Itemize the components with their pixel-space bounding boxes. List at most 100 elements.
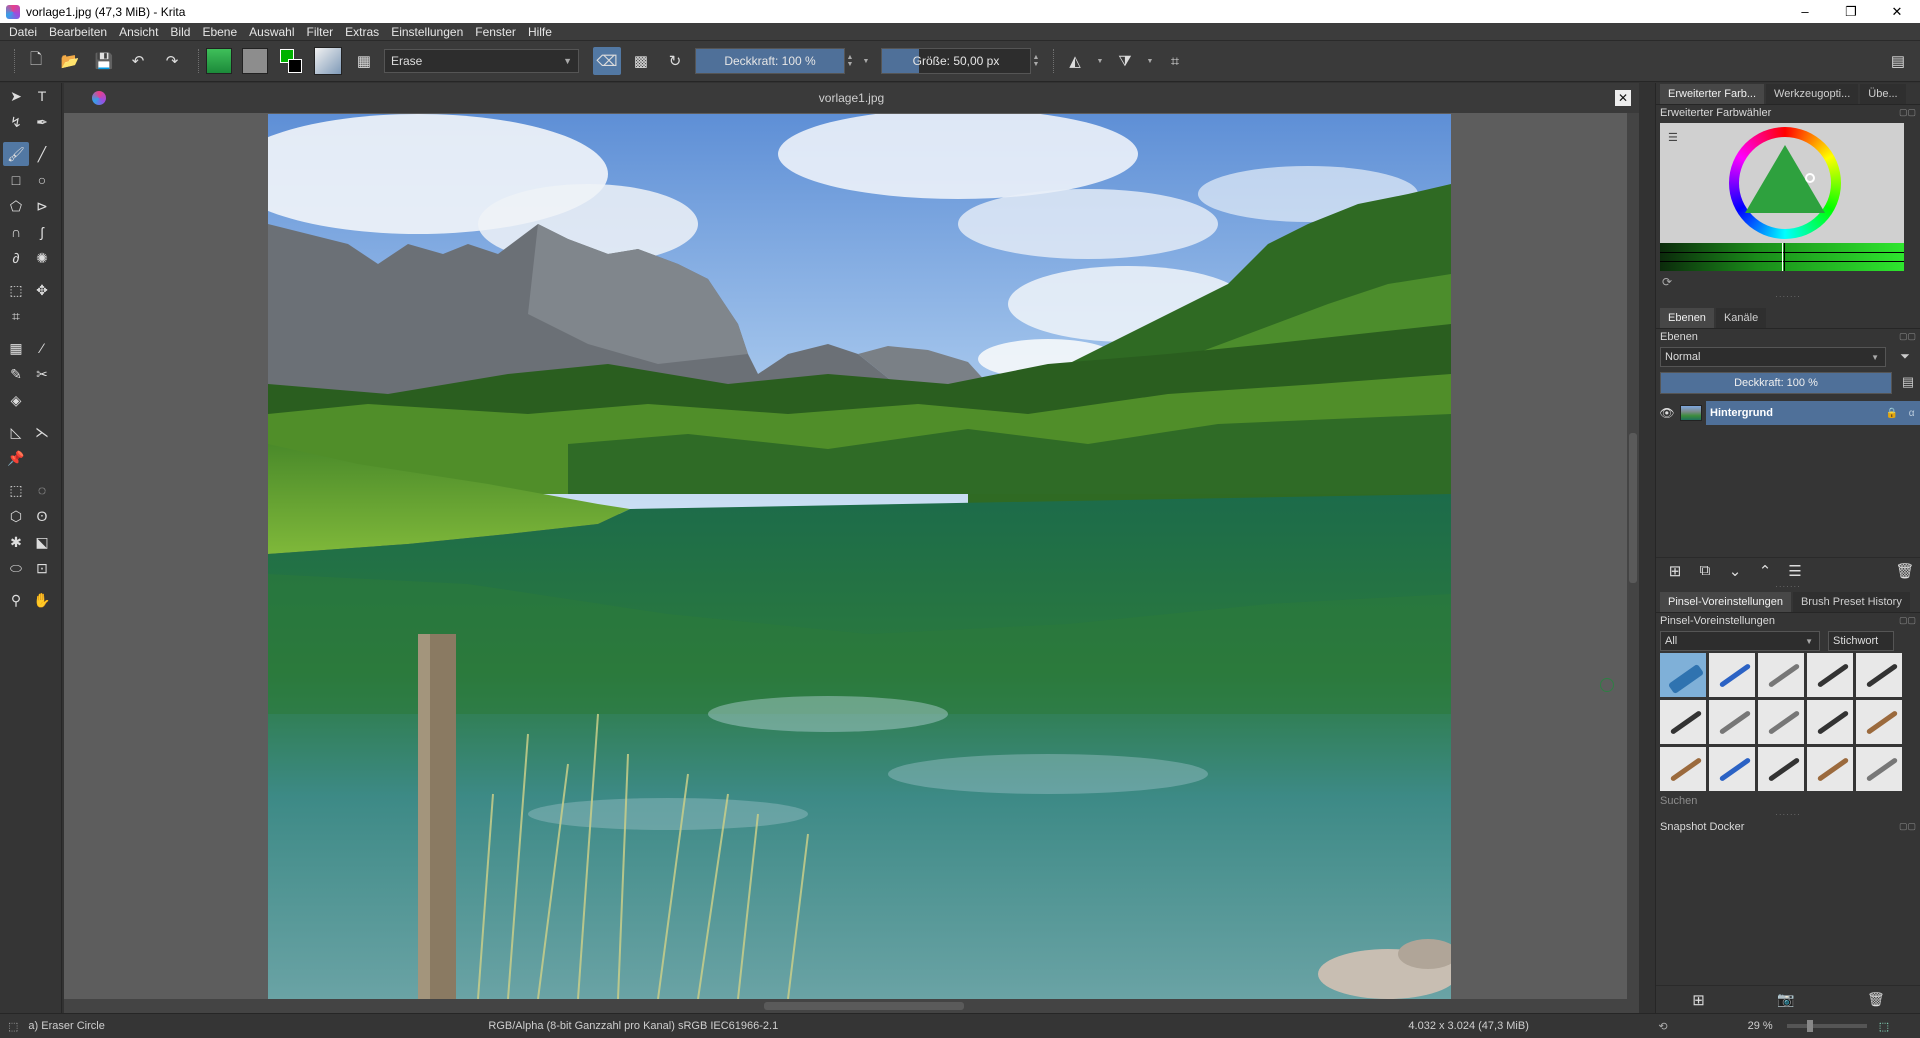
color-shade-bars[interactable] bbox=[1660, 243, 1904, 271]
similar-select-icon[interactable]: ⬕ bbox=[29, 530, 55, 554]
color-picker-marker[interactable] bbox=[1805, 173, 1815, 183]
mirror-horizontal-icon[interactable]: ◭ bbox=[1061, 47, 1089, 75]
horizontal-scroll-thumb[interactable] bbox=[764, 1002, 964, 1010]
preset-brush[interactable] bbox=[1856, 700, 1902, 744]
preset-brush[interactable] bbox=[1758, 747, 1804, 791]
rotate-icon[interactable]: ⟲ bbox=[1658, 1020, 1667, 1033]
preset-brush[interactable] bbox=[1807, 653, 1853, 697]
vertical-scroll-thumb[interactable] bbox=[1629, 433, 1637, 583]
freehand-brush-icon[interactable]: 🖌 bbox=[3, 142, 29, 166]
maximize-button[interactable]: ❐ bbox=[1828, 0, 1874, 23]
toolbar-handle[interactable] bbox=[14, 49, 16, 73]
duplicate-layer-icon[interactable]: ⧉ bbox=[1690, 562, 1720, 579]
delete-snapshot-icon[interactable]: 🗑 bbox=[1867, 991, 1885, 1008]
menu-filter[interactable]: Filter bbox=[302, 25, 341, 39]
freehand-path-icon[interactable]: ʃ bbox=[29, 220, 55, 244]
polyline-tool-icon[interactable]: ⊳ bbox=[29, 194, 55, 218]
menu-fenster[interactable]: Fenster bbox=[470, 25, 523, 39]
multibrush-icon[interactable]: ✺ bbox=[29, 246, 55, 270]
zoom-slider[interactable] bbox=[1786, 1020, 1867, 1032]
menu-hilfe[interactable]: Hilfe bbox=[523, 25, 559, 39]
menu-bearbeiten[interactable]: Bearbeiten bbox=[44, 25, 114, 39]
preset-brush[interactable] bbox=[1856, 747, 1902, 791]
tab-layers[interactable]: Ebenen bbox=[1660, 308, 1714, 328]
tag-select[interactable]: Stichwort bbox=[1828, 631, 1894, 651]
preset-brush[interactable] bbox=[1709, 747, 1755, 791]
select-shapes-icon[interactable]: ➤ bbox=[3, 84, 29, 108]
assistant-tool-icon[interactable]: ⋋ bbox=[29, 420, 55, 444]
dynamic-brush-icon[interactable]: ∂ bbox=[3, 246, 29, 270]
preset-brush[interactable] bbox=[1660, 747, 1706, 791]
tab-brush-history[interactable]: Brush Preset History bbox=[1792, 592, 1910, 612]
document-canvas[interactable] bbox=[268, 114, 1451, 999]
canvas-area[interactable]: vorlage1.jpg ✕ bbox=[64, 83, 1639, 1013]
docker-toggle-icon[interactable]: ▤ bbox=[1884, 47, 1912, 75]
polygon-select-icon[interactable]: ⬡ bbox=[3, 504, 29, 528]
freehand-select-icon[interactable]: ʘ bbox=[29, 504, 55, 528]
move-layer-down-icon[interactable]: ⌄ bbox=[1720, 562, 1750, 580]
vertical-scrollbar[interactable] bbox=[1627, 113, 1639, 999]
rectangle-tool-icon[interactable]: □ bbox=[3, 168, 29, 192]
menu-datei[interactable]: Datei bbox=[4, 25, 44, 39]
mirror-vertical-icon[interactable]: ⧩ bbox=[1111, 47, 1139, 75]
close-document-button[interactable]: ✕ bbox=[1615, 90, 1631, 106]
undo-icon[interactable]: ↶ bbox=[124, 47, 152, 75]
preset-brush[interactable] bbox=[1758, 700, 1804, 744]
mirror-h-menu[interactable]: ▼ bbox=[1095, 48, 1105, 74]
rect-select-icon[interactable]: ⬚ bbox=[3, 478, 29, 502]
docker-float-icon[interactable]: ▢▢ bbox=[1899, 615, 1916, 626]
docker-float-icon[interactable]: ▢▢ bbox=[1899, 107, 1916, 118]
pattern-selector[interactable] bbox=[242, 48, 268, 74]
blend-mode-select[interactable]: Erase ▼ bbox=[384, 49, 579, 73]
layer-lock-icons[interactable]: 🔒 α bbox=[1880, 401, 1920, 425]
menu-extras[interactable]: Extras bbox=[340, 25, 386, 39]
preset-brush[interactable] bbox=[1856, 653, 1902, 697]
docker-resize-handle[interactable]: ······· bbox=[1656, 811, 1920, 819]
preset-brush[interactable] bbox=[1660, 700, 1706, 744]
crop-tool-icon[interactable]: ⌗ bbox=[3, 304, 29, 328]
polygon-tool-icon[interactable]: ⬠ bbox=[3, 194, 29, 218]
menu-auswahl[interactable]: Auswahl bbox=[244, 25, 301, 39]
tab-channels[interactable]: Kanäle bbox=[1715, 308, 1767, 328]
zoom-tool-icon[interactable]: ⚲ bbox=[3, 588, 29, 612]
transform-tool-icon[interactable]: ⬚ bbox=[3, 278, 29, 302]
preset-brush[interactable] bbox=[1709, 653, 1755, 697]
camera-icon[interactable]: 📷 bbox=[1777, 991, 1794, 1008]
eraser-mode-icon[interactable]: ⌫ bbox=[593, 47, 621, 75]
colorize-mask-icon[interactable]: ✂ bbox=[29, 362, 55, 386]
fit-to-view-icon[interactable]: ⬚ bbox=[1879, 1020, 1889, 1033]
tab-brush-presets[interactable]: Pinsel-Voreinstellungen bbox=[1660, 592, 1791, 612]
menu-einstellungen[interactable]: Einstellungen bbox=[386, 25, 470, 39]
size-slider[interactable]: Größe: 50,00 px bbox=[881, 48, 1031, 74]
bezier-tool-icon[interactable]: ∩ bbox=[3, 220, 29, 244]
move-layer-up-icon[interactable]: ⌃ bbox=[1750, 562, 1780, 580]
preset-eraser-circle[interactable] bbox=[1660, 653, 1706, 697]
measure-tool-icon[interactable]: ◺ bbox=[3, 420, 29, 444]
magnetic-select-icon[interactable]: ⊡ bbox=[29, 556, 55, 580]
bezier-select-icon[interactable]: ⬭ bbox=[3, 556, 29, 580]
ellipse-select-icon[interactable]: ◌ bbox=[29, 478, 55, 502]
line-tool-icon[interactable]: ╱ bbox=[29, 142, 55, 166]
move-tool-icon[interactable]: ✥ bbox=[29, 278, 55, 302]
mirror-v-menu[interactable]: ▼ bbox=[1145, 48, 1155, 74]
layer-row[interactable]: 👁 Hintergrund 🔒 α bbox=[1658, 401, 1920, 425]
gradient-selector[interactable] bbox=[206, 48, 232, 74]
docker-float-icon[interactable]: ▢▢ bbox=[1899, 331, 1916, 342]
preset-brush[interactable] bbox=[1758, 653, 1804, 697]
layer-properties-icon[interactable]: ☰ bbox=[1780, 562, 1810, 580]
visibility-eye-icon[interactable]: 👁 bbox=[1658, 406, 1676, 420]
pan-tool-icon[interactable]: ✋ bbox=[29, 588, 55, 612]
preset-brush[interactable] bbox=[1807, 700, 1853, 744]
tab-tool-options[interactable]: Werkzeugopti... bbox=[1766, 84, 1859, 104]
gradient-tool-icon[interactable]: ▦ bbox=[3, 336, 29, 360]
opacity-slider[interactable]: Deckkraft: 100 % bbox=[695, 48, 845, 74]
preset-search-label[interactable]: Suchen bbox=[1656, 791, 1920, 811]
preset-brush[interactable] bbox=[1709, 700, 1755, 744]
save-icon[interactable]: 💾 bbox=[90, 47, 118, 75]
ellipse-tool-icon[interactable]: ○ bbox=[29, 168, 55, 192]
open-folder-icon[interactable]: 📂 bbox=[56, 47, 84, 75]
layer-name[interactable]: Hintergrund bbox=[1706, 401, 1880, 425]
reference-image-icon[interactable]: 📌 bbox=[3, 446, 29, 470]
add-layer-icon[interactable]: ⊞ bbox=[1660, 562, 1690, 580]
menu-bild[interactable]: Bild bbox=[165, 25, 197, 39]
